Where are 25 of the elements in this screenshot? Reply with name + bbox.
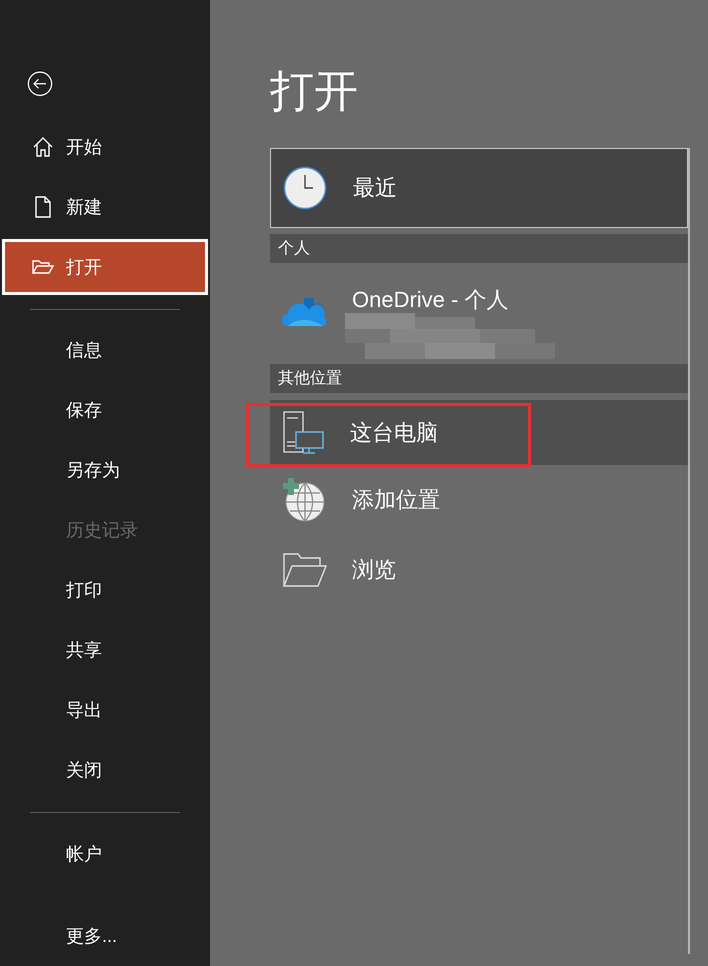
sidebar-item[interactable]: 更多... xyxy=(2,908,208,964)
sidebar-item[interactable]: 信息 xyxy=(2,322,208,378)
sidebar-item[interactable]: 共享 xyxy=(2,622,208,678)
location-item[interactable]: 浏览 xyxy=(270,535,688,605)
sidebar-item[interactable]: 关闭 xyxy=(2,742,208,798)
location-item[interactable]: 添加位置 xyxy=(270,465,688,535)
sidebar-item[interactable]: 导出 xyxy=(2,682,208,738)
sidebar-item[interactable]: 帐户 xyxy=(2,826,208,882)
globe-add-icon xyxy=(282,478,326,522)
sidebar-item[interactable]: 保存 xyxy=(2,382,208,438)
sidebar-item[interactable]: 新建 xyxy=(2,178,208,234)
section-header: 个人 xyxy=(270,234,688,263)
folder-icon xyxy=(282,552,328,588)
clock-icon xyxy=(283,166,327,210)
location-item[interactable]: 这台电脑 xyxy=(270,400,688,465)
page-title: 打开 xyxy=(270,66,359,118)
sidebar-item[interactable]: 打印 xyxy=(2,562,208,618)
section-header: 其他位置 xyxy=(270,364,688,393)
home-icon xyxy=(32,136,54,158)
location-item[interactable]: OneDrive - 个人 xyxy=(270,263,688,358)
location-item[interactable]: 最近 xyxy=(270,148,688,228)
computer-icon xyxy=(282,410,326,456)
sidebar-item[interactable]: 另存为 xyxy=(2,442,208,498)
sidebar-item[interactable]: 打开 xyxy=(2,238,208,294)
sidebar-item[interactable]: 开始 xyxy=(2,118,208,174)
